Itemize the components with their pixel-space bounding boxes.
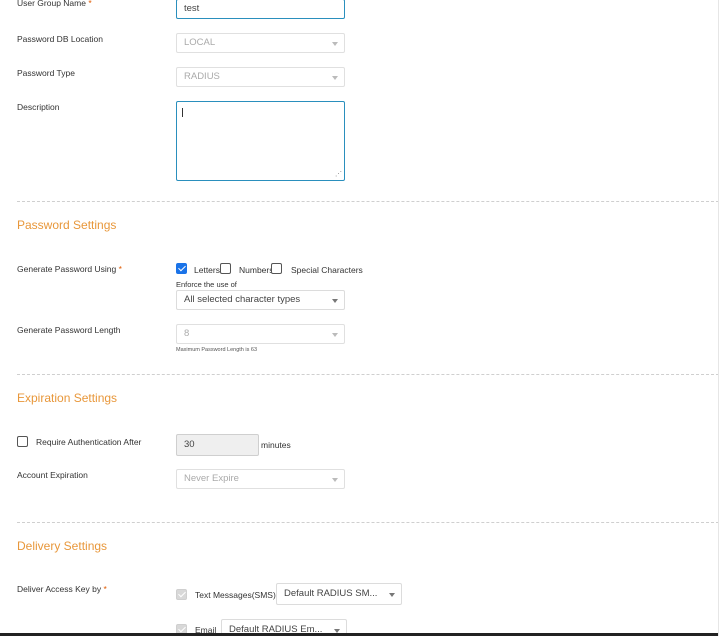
chevron-down-icon: [332, 42, 338, 46]
require-auth-minutes-value: 30: [184, 439, 195, 450]
password-type-value: RADIUS: [184, 71, 220, 82]
user-group-form: User Group Name * test Password DB Locat…: [0, 0, 719, 636]
group-name-input[interactable]: test: [176, 0, 345, 19]
password-type-label: Password Type: [17, 68, 75, 78]
enforce-value: All selected character types: [184, 294, 301, 305]
chevron-down-icon: [332, 299, 338, 303]
minutes-unit-label: minutes: [261, 440, 291, 450]
sms-checkbox[interactable]: [176, 589, 187, 600]
chevron-down-icon: [332, 478, 338, 482]
text-cursor: [182, 108, 183, 117]
require-auth-checkbox[interactable]: [17, 436, 28, 447]
password-length-select[interactable]: 8: [176, 324, 345, 344]
section-divider: [17, 522, 718, 523]
group-name-label: User Group Name *: [17, 0, 92, 8]
password-length-hint: Maximum Password Length is 63: [176, 347, 258, 353]
sms-label: Text Messages(SMS): [195, 590, 276, 600]
require-auth-minutes-input[interactable]: 30: [176, 434, 259, 456]
db-location-value: LOCAL: [184, 37, 216, 48]
require-auth-label: Require Authentication After: [36, 437, 142, 447]
enforce-label: Enforce the use of: [176, 280, 237, 289]
chevron-down-icon: [332, 76, 338, 80]
sms-template-select[interactable]: Default RADIUS SM...: [276, 583, 402, 605]
password-length-value: 8: [184, 328, 190, 339]
section-divider: [17, 201, 718, 202]
letters-checkbox[interactable]: [176, 263, 187, 274]
group-name-value: test: [184, 3, 200, 14]
section-divider: [17, 374, 718, 375]
account-expiration-label: Account Expiration: [17, 470, 88, 480]
db-location-select[interactable]: LOCAL: [176, 33, 345, 53]
numbers-checkbox[interactable]: [220, 263, 231, 274]
sms-template-value: Default RADIUS SM...: [284, 588, 378, 599]
description-label: Description: [17, 102, 60, 112]
numbers-label: Numbers: [239, 265, 274, 275]
chevron-down-icon: [332, 333, 338, 337]
generate-using-label: Generate Password Using *: [17, 264, 122, 274]
description-textarea[interactable]: ⋰: [176, 101, 345, 181]
special-characters-checkbox[interactable]: [271, 263, 282, 274]
resize-grip-icon[interactable]: ⋰: [335, 171, 342, 178]
password-settings-title: Password Settings: [17, 218, 117, 232]
expiration-settings-title: Expiration Settings: [17, 391, 118, 405]
letters-label: Letters: [194, 265, 220, 275]
account-expiration-select[interactable]: Never Expire: [176, 469, 345, 489]
enforce-select[interactable]: All selected character types: [176, 290, 345, 310]
account-expiration-value: Never Expire: [184, 473, 239, 484]
password-type-select[interactable]: RADIUS: [176, 67, 345, 87]
deliver-access-key-label: Deliver Access Key by *: [17, 584, 107, 594]
password-length-label: Generate Password Length: [17, 325, 121, 335]
db-location-label: Password DB Location: [17, 34, 103, 44]
chevron-down-icon: [389, 593, 395, 597]
special-characters-label: Special Characters: [291, 265, 363, 275]
delivery-settings-title: Delivery Settings: [17, 539, 108, 553]
